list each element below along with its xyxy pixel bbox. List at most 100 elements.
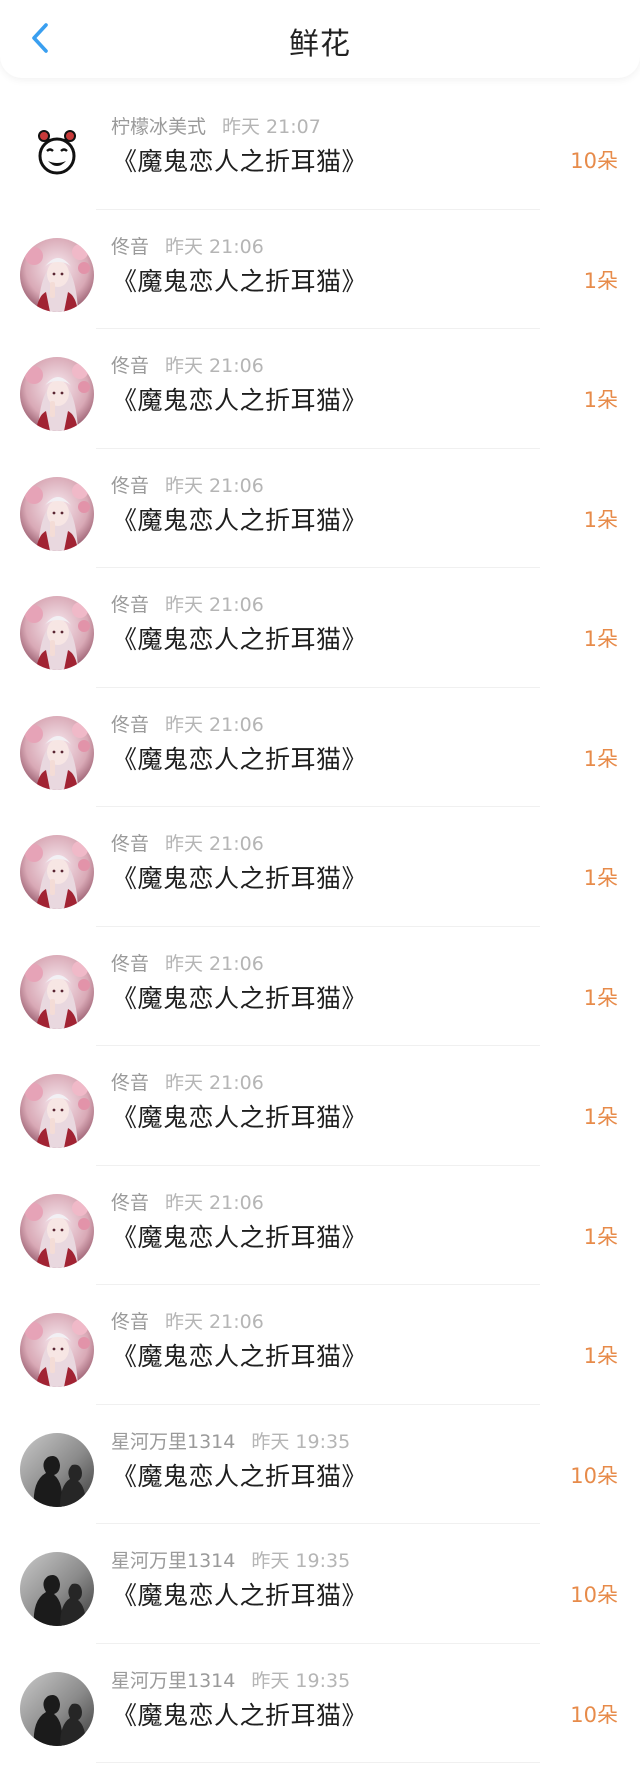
flower-count: 10朵 xyxy=(570,1702,618,1727)
flower-count: 1朵 xyxy=(583,268,618,293)
user-meta: 佟音 昨天 21:06 xyxy=(111,1068,264,1095)
flower-count: 1朵 xyxy=(583,388,618,412)
list-item[interactable]: 佟音 昨天 21:06 《魔鬼恋人之折耳猫》 1朵 xyxy=(0,1285,640,1405)
username[interactable]: 星河万里1314 xyxy=(111,1550,235,1572)
user-meta: 佟音 昨天 21:06 xyxy=(111,949,264,976)
work-title[interactable]: 《魔鬼恋人之折耳猫》 xyxy=(112,1457,367,1493)
flower-count: 1朵 xyxy=(583,507,618,532)
avatar[interactable] xyxy=(20,954,94,1029)
work-title[interactable]: 《魔鬼恋人之折耳猫》 xyxy=(112,1576,367,1612)
avatar[interactable] xyxy=(20,476,94,551)
list-item[interactable]: 佟音 昨天 21:06 《魔鬼恋人之折耳猫》 1朵 xyxy=(0,329,640,449)
flower-count: 10朵 xyxy=(570,1463,618,1488)
work-title[interactable]: 《魔鬼恋人之折耳猫》 xyxy=(112,142,367,178)
list-item[interactable]: 佟音 昨天 21:06 《魔鬼恋人之折耳猫》 1朵 xyxy=(0,927,640,1046)
list-item[interactable]: 佟音 昨天 21:06 《魔鬼恋人之折耳猫》 1朵 xyxy=(0,210,640,329)
avatar[interactable] xyxy=(20,1671,94,1746)
work-title[interactable]: 《魔鬼恋人之折耳猫》 xyxy=(112,262,367,298)
flower-count: 10朵 xyxy=(570,149,618,173)
username[interactable]: 星河万里1314 xyxy=(111,1670,235,1692)
list-item[interactable]: 佟音 昨天 21:06 《魔鬼恋人之折耳猫》 1朵 xyxy=(0,1046,640,1166)
work-title[interactable]: 《魔鬼恋人之折耳猫》 xyxy=(112,1098,367,1134)
work-title[interactable]: 《魔鬼恋人之折耳猫》 xyxy=(112,859,367,895)
timestamp: 昨天 21:06 xyxy=(165,1072,264,1094)
avatar[interactable] xyxy=(20,1432,94,1507)
list-item[interactable]: 佟音 昨天 21:06 《魔鬼恋人之折耳猫》 1朵 xyxy=(0,688,640,807)
timestamp: 昨天 21:06 xyxy=(165,952,264,975)
user-meta: 佟音 昨天 21:06 xyxy=(111,1307,264,1334)
username[interactable]: 佟音 xyxy=(111,236,149,258)
user-meta: 佟音 昨天 21:06 xyxy=(111,232,264,259)
flower-count: 10朵 xyxy=(570,1583,618,1607)
flower-count: 1朵 xyxy=(583,1105,618,1129)
flower-count: 1朵 xyxy=(583,627,618,651)
work-title[interactable]: 《魔鬼恋人之折耳猫》 xyxy=(112,381,367,417)
timestamp: 昨天 21:06 xyxy=(165,1311,264,1333)
list-item[interactable]: 佟音 昨天 21:06 《魔鬼恋人之折耳猫》 1朵 xyxy=(0,1166,640,1285)
user-meta: 柠檬冰美式 昨天 21:07 xyxy=(111,112,321,139)
username[interactable]: 佟音 xyxy=(111,1311,149,1333)
username[interactable]: 佟音 xyxy=(111,355,149,377)
page-title: 鲜花 xyxy=(289,27,351,62)
timestamp: 昨天 21:06 xyxy=(165,235,264,258)
list-item[interactable]: 星河万里1314 昨天 19:35 《魔鬼恋人之折耳猫》 10朵 xyxy=(0,1405,640,1524)
username[interactable]: 佟音 xyxy=(111,1072,149,1094)
flower-count: 1朵 xyxy=(583,985,618,1010)
user-meta: 佟音 昨天 21:06 xyxy=(111,1188,264,1215)
flower-records-page: 鲜花 柠檬冰美式 昨天 21:07 《魔鬼恋人之折耳猫》 10朵 佟音 昨天 2… xyxy=(0,0,640,1779)
timestamp: 昨天 21:06 xyxy=(165,355,264,377)
username[interactable]: 柠檬冰美式 xyxy=(111,116,206,138)
flower-count: 1朵 xyxy=(583,866,618,890)
avatar[interactable] xyxy=(20,118,94,192)
work-title[interactable]: 《魔鬼恋人之折耳猫》 xyxy=(112,501,367,537)
work-title[interactable]: 《魔鬼恋人之折耳猫》 xyxy=(112,979,367,1015)
flower-list: 柠檬冰美式 昨天 21:07 《魔鬼恋人之折耳猫》 10朵 佟音 昨天 21:06 《魔鬼… xyxy=(0,78,640,1763)
list-item[interactable]: 佟音 昨天 21:06 《魔鬼恋人之折耳猫》 1朵 xyxy=(0,807,640,927)
avatar[interactable] xyxy=(20,835,94,909)
avatar[interactable] xyxy=(20,715,94,790)
user-meta: 佟音 昨天 21:06 xyxy=(111,590,264,617)
flower-count: 1朵 xyxy=(583,1224,618,1249)
work-title[interactable]: 《魔鬼恋人之折耳猫》 xyxy=(112,1337,367,1373)
list-item[interactable]: 星河万里1314 昨天 19:35 《魔鬼恋人之折耳猫》 10朵 xyxy=(0,1524,640,1644)
list-item[interactable]: 星河万里1314 昨天 19:35 《魔鬼恋人之折耳猫》 10朵 xyxy=(0,1644,640,1763)
work-title[interactable]: 《魔鬼恋人之折耳猫》 xyxy=(112,1218,367,1254)
work-title[interactable]: 《魔鬼恋人之折耳猫》 xyxy=(112,620,367,656)
username[interactable]: 佟音 xyxy=(111,714,149,736)
avatar[interactable] xyxy=(20,1074,94,1148)
work-title[interactable]: 《魔鬼恋人之折耳猫》 xyxy=(112,740,367,776)
timestamp: 昨天 21:06 xyxy=(165,474,264,497)
user-meta: 佟音 昨天 21:06 xyxy=(111,351,264,378)
user-meta: 星河万里1314 昨天 19:35 xyxy=(111,1666,350,1693)
timestamp: 昨天 21:06 xyxy=(165,833,264,855)
avatar[interactable] xyxy=(20,237,94,312)
list-item[interactable]: 佟音 昨天 21:06 《魔鬼恋人之折耳猫》 1朵 xyxy=(0,449,640,568)
avatar[interactable] xyxy=(20,1552,94,1626)
username[interactable]: 佟音 xyxy=(111,953,149,975)
timestamp: 昨天 19:35 xyxy=(251,1550,351,1572)
username[interactable]: 佟音 xyxy=(111,594,149,616)
work-title[interactable]: 《魔鬼恋人之折耳猫》 xyxy=(112,1696,367,1732)
avatar[interactable] xyxy=(20,596,94,670)
top-bar: 鲜花 xyxy=(0,0,640,78)
divider xyxy=(96,1762,540,1763)
avatar[interactable] xyxy=(20,1313,94,1387)
timestamp: 昨天 21:06 xyxy=(165,1191,264,1214)
user-meta: 佟音 昨天 21:06 xyxy=(111,471,264,498)
username[interactable]: 佟音 xyxy=(111,475,149,497)
username[interactable]: 星河万里1314 xyxy=(111,1431,235,1453)
user-meta: 星河万里1314 昨天 19:35 xyxy=(111,1427,350,1454)
timestamp: 昨天 19:35 xyxy=(251,1669,351,1692)
timestamp: 昨天 19:35 xyxy=(251,1430,351,1453)
user-meta: 星河万里1314 昨天 19:35 xyxy=(111,1546,350,1573)
username[interactable]: 佟音 xyxy=(111,833,149,855)
username[interactable]: 佟音 xyxy=(111,1192,149,1214)
list-item[interactable]: 柠檬冰美式 昨天 21:07 《魔鬼恋人之折耳猫》 10朵 xyxy=(0,90,640,210)
timestamp: 昨天 21:06 xyxy=(165,594,264,616)
list-item[interactable]: 佟音 昨天 21:06 《魔鬼恋人之折耳猫》 1朵 xyxy=(0,568,640,688)
flower-count: 1朵 xyxy=(583,1344,618,1368)
avatar[interactable] xyxy=(20,357,94,431)
avatar[interactable] xyxy=(20,1193,94,1268)
timestamp: 昨天 21:06 xyxy=(165,713,264,736)
flower-count: 1朵 xyxy=(583,746,618,771)
